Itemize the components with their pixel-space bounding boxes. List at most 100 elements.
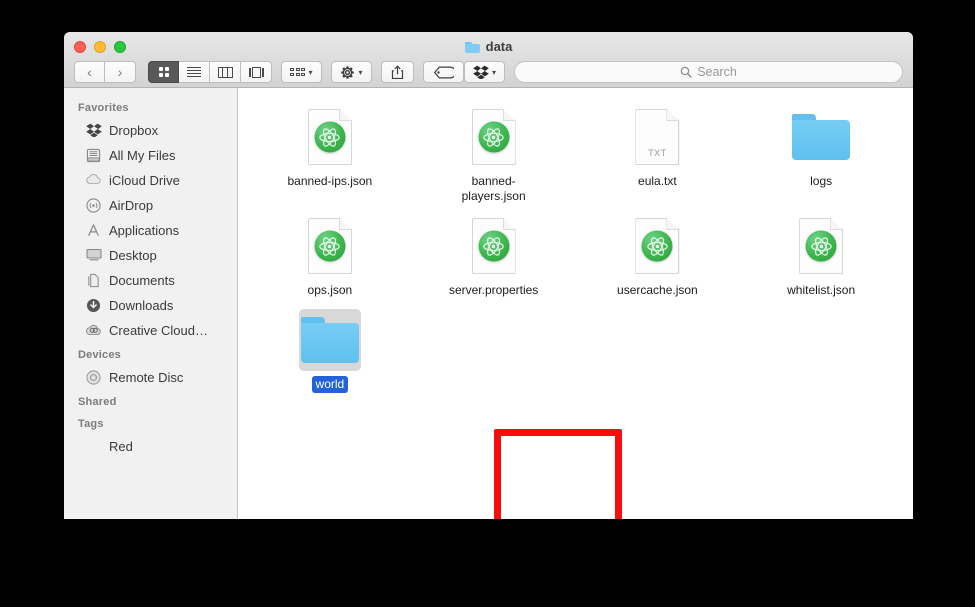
red-tag-icon — [86, 439, 102, 455]
atom-document-icon — [471, 218, 516, 274]
file-item-whitelist-json[interactable]: whitelist.json — [739, 211, 903, 299]
file-item-ops-json[interactable]: ops.json — [248, 211, 412, 299]
desktop-icon — [86, 248, 102, 264]
file-browser-content[interactable]: banned-ips.json banned-players.json TXT … — [238, 88, 913, 519]
chevron-right-icon: › — [117, 64, 123, 80]
applications-icon — [86, 223, 102, 239]
grid-icon — [158, 67, 169, 77]
search-icon — [680, 66, 692, 78]
atom-badge-icon — [314, 121, 346, 153]
file-label: server.properties — [448, 283, 539, 297]
finder-window: data ‹ › ▾ ▾ ▾ Search Favorites Dropbox … — [64, 32, 913, 519]
arrange-button[interactable]: ▾ — [281, 61, 322, 83]
file-label: ops.json — [307, 283, 353, 297]
file-type-badge: TXT — [648, 148, 667, 158]
file-item-server-properties[interactable]: server.properties — [412, 211, 576, 299]
file-icon-wrap — [790, 106, 852, 168]
gear-icon — [341, 65, 355, 79]
sidebar-item-tag-red[interactable]: Red — [64, 434, 237, 459]
atom-badge-icon — [478, 230, 510, 262]
sidebar-item-label: AirDrop — [109, 198, 154, 213]
atom-document-icon — [307, 109, 352, 165]
tag-icon — [433, 66, 454, 78]
creative-cloud-icon — [86, 323, 102, 339]
sidebar-item-label: Red — [109, 439, 133, 454]
view-mode-group — [148, 61, 272, 83]
sidebar-item-desktop[interactable]: Desktop — [64, 243, 237, 268]
file-label: whitelist.json — [787, 283, 856, 297]
back-button[interactable]: ‹ — [74, 61, 105, 83]
sidebar-item-all-my-files[interactable]: All My Files — [64, 143, 237, 168]
sidebar-item-label: Remote Disc — [109, 370, 184, 385]
sidebar-item-label: Dropbox — [109, 123, 159, 138]
sidebar-item-airdrop[interactable]: AirDrop — [64, 193, 237, 218]
file-icon-wrap — [790, 215, 852, 277]
folder-icon — [300, 317, 359, 363]
column-view-button[interactable] — [210, 61, 241, 83]
red-annotation-box — [494, 429, 622, 519]
sidebar-item-label: Downloads — [109, 298, 174, 313]
sidebar-item-label: Creative Cloud… — [109, 323, 208, 338]
sidebar-item-remote-disc[interactable]: Remote Disc — [64, 365, 237, 390]
coverflow-icon — [248, 66, 264, 78]
action-button[interactable]: ▾ — [331, 61, 372, 83]
dropbox-button[interactable]: ▾ — [464, 61, 505, 83]
airdrop-icon — [86, 197, 102, 214]
sidebar-item-icloud-drive[interactable]: iCloud Drive — [64, 168, 237, 193]
file-icon-wrap — [463, 106, 525, 168]
icon-view-button[interactable] — [148, 61, 179, 83]
atom-document-icon — [471, 109, 516, 165]
coverflow-view-button[interactable] — [241, 61, 272, 83]
list-icon — [187, 65, 201, 79]
file-icon-wrap — [299, 215, 361, 277]
list-view-button[interactable] — [179, 61, 210, 83]
file-item-eula-txt[interactable]: TXT eula.txt — [576, 102, 740, 205]
sidebar-item-applications[interactable]: Applications — [64, 218, 237, 243]
file-item-banned-ips-json[interactable]: banned-ips.json — [248, 102, 412, 205]
window-titlebar: data ‹ › ▾ ▾ ▾ Search — [64, 32, 913, 88]
window-body: Favorites Dropbox All My Files iCloud Dr… — [64, 88, 913, 519]
chevron-down-icon: ▾ — [358, 67, 363, 77]
columns-icon — [217, 66, 233, 78]
file-item-logs[interactable]: logs — [739, 102, 903, 205]
atom-badge-icon — [314, 230, 346, 262]
file-icon-wrap: TXT — [626, 106, 688, 168]
search-field[interactable]: Search — [514, 61, 903, 83]
sidebar-item-label: All My Files — [109, 148, 176, 163]
window-title-text: data — [485, 39, 513, 54]
file-item-banned-players-json[interactable]: banned-players.json — [412, 102, 576, 205]
file-item-usercache-json[interactable]: usercache.json — [576, 211, 740, 299]
all-my-files-icon — [86, 148, 102, 164]
share-icon — [391, 64, 404, 79]
search-placeholder: Search — [697, 65, 737, 79]
sidebar-item-label: Documents — [109, 273, 175, 288]
atom-document-icon — [799, 218, 844, 274]
sidebar-item-downloads[interactable]: Downloads — [64, 293, 237, 318]
window-title: data — [64, 39, 913, 54]
arrange-icon — [290, 68, 306, 76]
sidebar-item-documents[interactable]: Documents — [64, 268, 237, 293]
tag-button[interactable] — [423, 61, 464, 83]
atom-badge-icon — [641, 230, 673, 262]
icon-grid: banned-ips.json banned-players.json TXT … — [238, 88, 913, 393]
chevron-down-icon: ▾ — [308, 67, 313, 77]
file-label: banned-players.json — [461, 174, 526, 203]
atom-document-icon — [307, 218, 352, 274]
file-icon-wrap — [299, 106, 361, 168]
sidebar-header-tags: Tags — [78, 418, 104, 430]
sidebar[interactable]: Favorites Dropbox All My Files iCloud Dr… — [64, 88, 238, 519]
file-item-world[interactable]: world — [248, 305, 412, 393]
navigation-buttons: ‹ › — [74, 61, 136, 83]
sidebar-header-devices: Devices — [78, 349, 121, 361]
file-icon-wrap — [463, 215, 525, 277]
forward-button[interactable]: › — [105, 61, 136, 83]
downloads-icon — [86, 298, 102, 314]
file-label: logs — [810, 174, 833, 188]
file-label: world — [311, 376, 349, 393]
atom-badge-icon — [805, 230, 837, 262]
text-document-icon: TXT — [635, 109, 680, 165]
remote-disc-icon — [86, 369, 102, 386]
sidebar-item-dropbox[interactable]: Dropbox — [64, 118, 237, 143]
share-button[interactable] — [381, 61, 414, 83]
sidebar-item-creative-cloud[interactable]: Creative Cloud… — [64, 318, 237, 343]
